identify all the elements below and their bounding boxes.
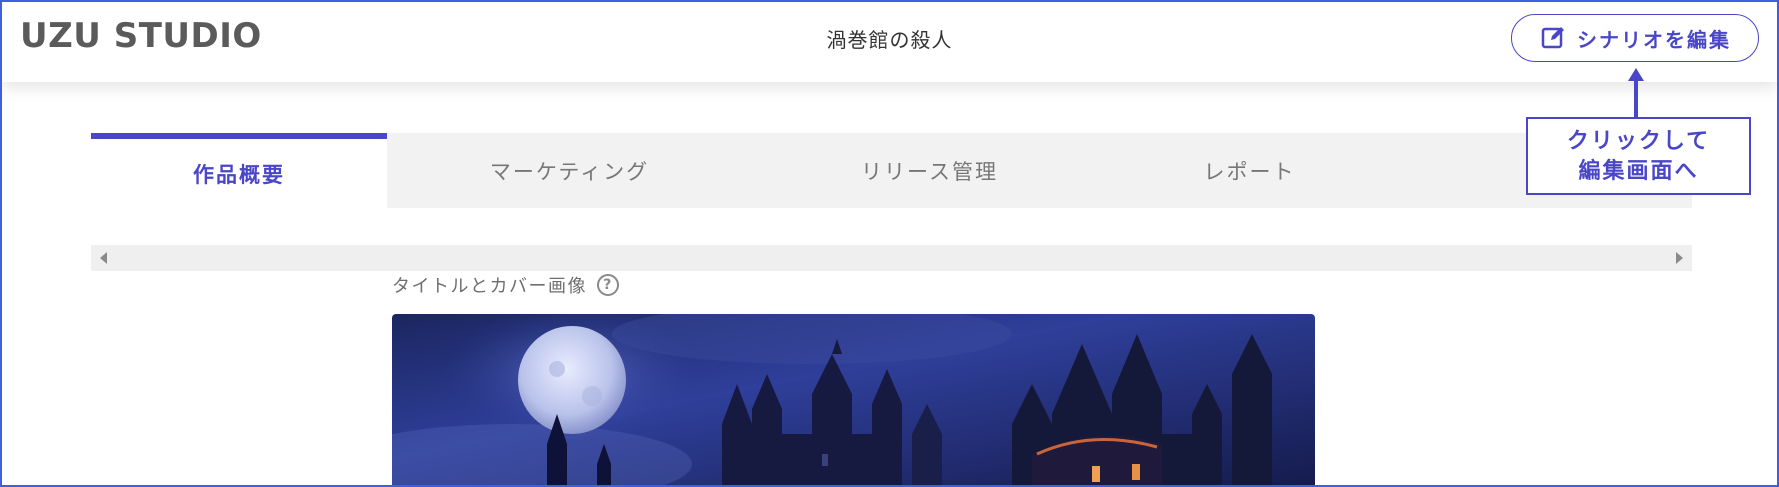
tab-label: 作品概要 [193,162,285,187]
edit-scenario-button[interactable]: シナリオを編集 [1511,14,1759,62]
callout-line-1: クリックして [1566,129,1711,154]
tab-report[interactable]: レポート [1107,133,1392,208]
tab-bar: 作品概要 マーケティング リリース管理 レポート メ [91,133,1692,208]
cover-image[interactable] [392,314,1315,485]
annotation-callout: クリックして 編集画面へ [1526,117,1751,195]
pencil-square-icon [1539,23,1569,53]
callout-arrow-line [1634,78,1638,117]
tab-label: リリース管理 [861,159,998,184]
scroll-right-icon[interactable] [1676,252,1683,264]
tab-overview[interactable]: 作品概要 [91,133,387,208]
tab-label: マーケティング [489,159,650,184]
main-content: 作品概要 マーケティング リリース管理 レポート メ タイトルとカバー画像 ? [2,82,1777,485]
tab-marketing[interactable]: マーケティング [387,133,752,208]
tab-release-management[interactable]: リリース管理 [752,133,1107,208]
tab-label: レポート [1203,159,1296,184]
question-circle-icon[interactable]: ? [597,274,619,296]
title-cover-section-label: タイトルとカバー画像 ? [392,272,619,298]
horizontal-scrollbar[interactable] [91,245,1692,271]
callout-line-2: 編集画面へ [1578,159,1699,184]
top-header: UZU STUDIO 渦巻館の殺人 シナリオを編集 [2,2,1777,82]
section-label-text: タイトルとカバー画像 [392,276,587,297]
screenshot-frame: UZU STUDIO 渦巻館の殺人 シナリオを編集 作品概要 マーケティング リ… [0,0,1779,487]
scroll-left-icon[interactable] [100,252,107,264]
edit-scenario-label: シナリオを編集 [1577,27,1731,52]
haunted-mansion-illustration [392,314,1315,485]
